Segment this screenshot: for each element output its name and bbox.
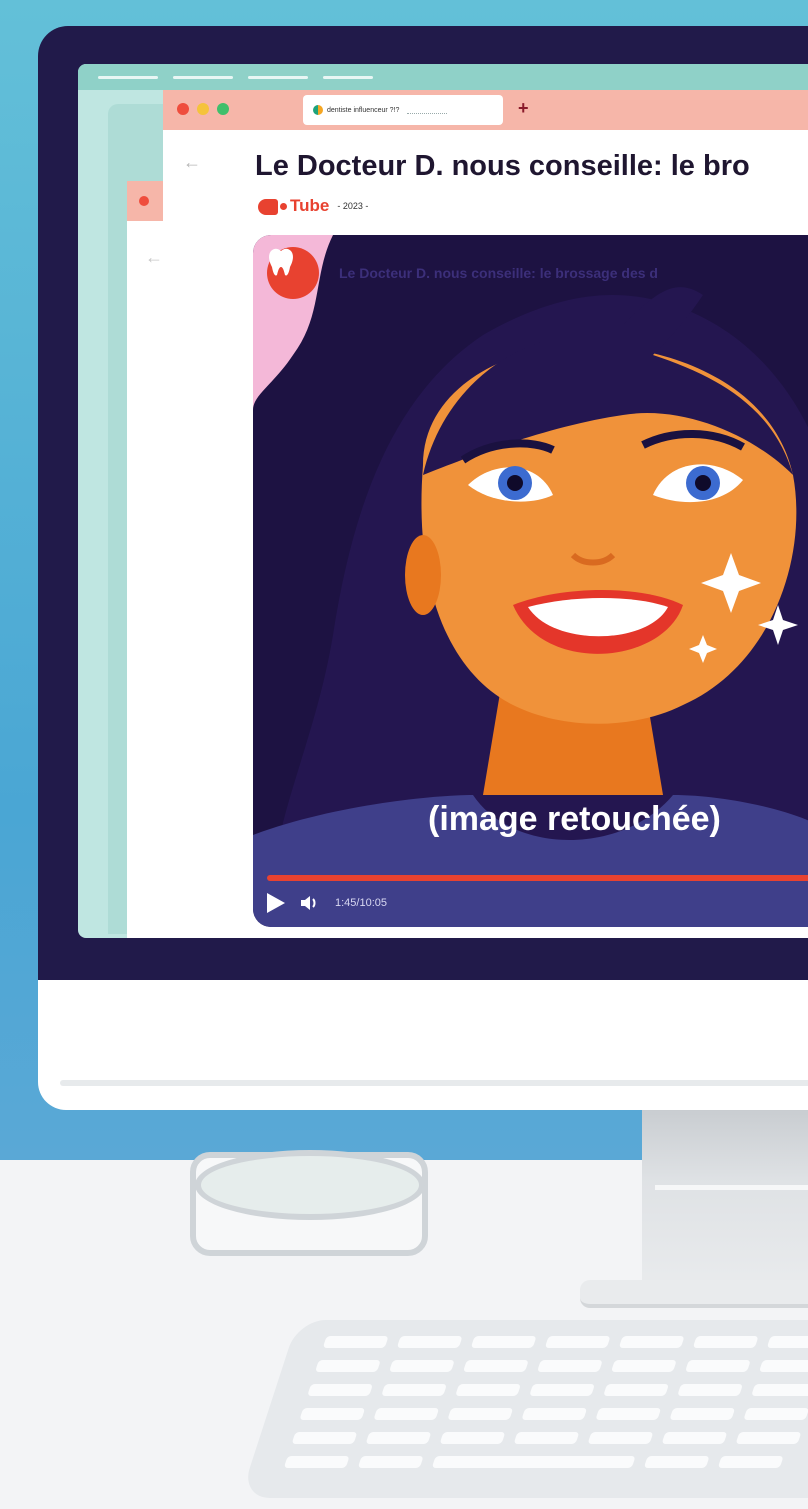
play-icon[interactable] xyxy=(267,893,285,913)
background-window-3-titlebar xyxy=(78,64,808,90)
new-tab-button[interactable]: + xyxy=(518,98,529,119)
tooth-icon xyxy=(269,248,293,276)
back-arrow-icon[interactable]: ← xyxy=(183,152,201,173)
back-arrow-icon: ← xyxy=(145,247,163,267)
publication-date: - 2023 - xyxy=(337,201,369,211)
monitor-stand-base xyxy=(580,1280,808,1308)
video-progress-bar[interactable] xyxy=(267,875,808,881)
maximize-window-button[interactable] xyxy=(217,103,229,115)
source-name[interactable]: Tube xyxy=(290,196,329,216)
coffee-mug-rim xyxy=(195,1150,425,1220)
right-pupil-shape xyxy=(695,475,711,491)
monitor-stand xyxy=(642,1110,808,1290)
video-player[interactable]: Le Docteur D. nous conseille: le brossag… xyxy=(253,235,808,927)
volume-icon[interactable] xyxy=(299,894,321,912)
ear-shape xyxy=(405,535,441,615)
video-title: Le Docteur D. nous conseille: le brossag… xyxy=(339,265,658,281)
tab-title: dentiste influenceur ?!? xyxy=(327,106,400,114)
close-dot-icon xyxy=(139,196,149,206)
close-window-button[interactable] xyxy=(177,103,189,115)
monitor-chin xyxy=(38,980,808,1110)
keyboard xyxy=(240,1320,808,1498)
page-title: Le Docteur D. nous conseille: le bro xyxy=(255,150,750,182)
channel-avatar[interactable] xyxy=(267,247,319,299)
browser-tab[interactable]: dentiste influenceur ?!? xyxy=(303,95,503,125)
browser-titlebar: dentiste influenceur ?!? + xyxy=(163,90,808,130)
video-controls: 1:45/10:05 xyxy=(267,891,387,915)
source-line: Tube - 2023 - xyxy=(258,196,368,216)
browser-window: dentiste influenceur ?!? + ← Le Docteur … xyxy=(163,90,808,938)
left-pupil-shape xyxy=(507,475,523,491)
minimize-window-button[interactable] xyxy=(197,103,209,115)
video-time: 1:45/10:05 xyxy=(335,897,387,909)
video-caption: (image retouchée) xyxy=(428,800,721,838)
tube-logo-icon xyxy=(258,197,287,215)
site-favicon-icon xyxy=(313,105,323,115)
